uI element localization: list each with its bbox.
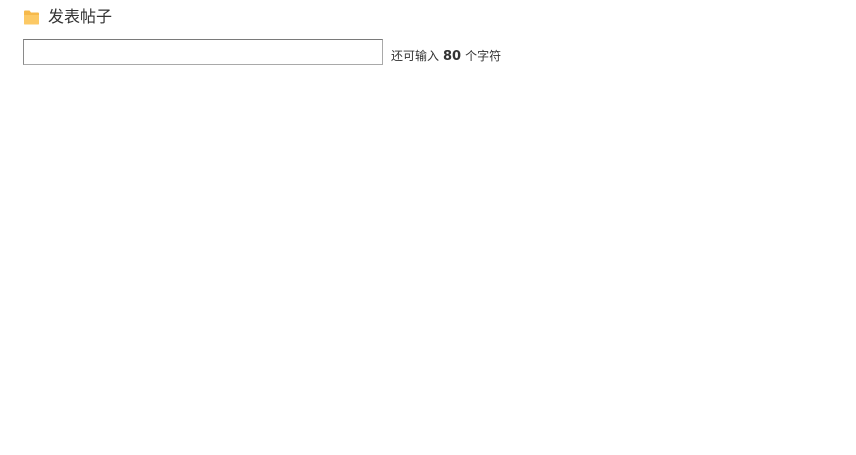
- subject-row: 还可输入 80 个字符: [23, 39, 501, 65]
- counter-suffix: 个字符: [465, 49, 502, 63]
- page-header: 发表帖子: [23, 6, 112, 28]
- counter-remaining: 80: [443, 49, 462, 64]
- char-counter: 还可输入 80 个字符: [391, 49, 501, 65]
- page-title: 发表帖子: [48, 7, 113, 26]
- post-page: 发表帖子 还可输入 80 个字符: [0, 0, 856, 455]
- folder-icon: [23, 9, 40, 26]
- counter-prefix: 还可输入: [391, 49, 440, 63]
- subject-input[interactable]: [23, 39, 383, 65]
